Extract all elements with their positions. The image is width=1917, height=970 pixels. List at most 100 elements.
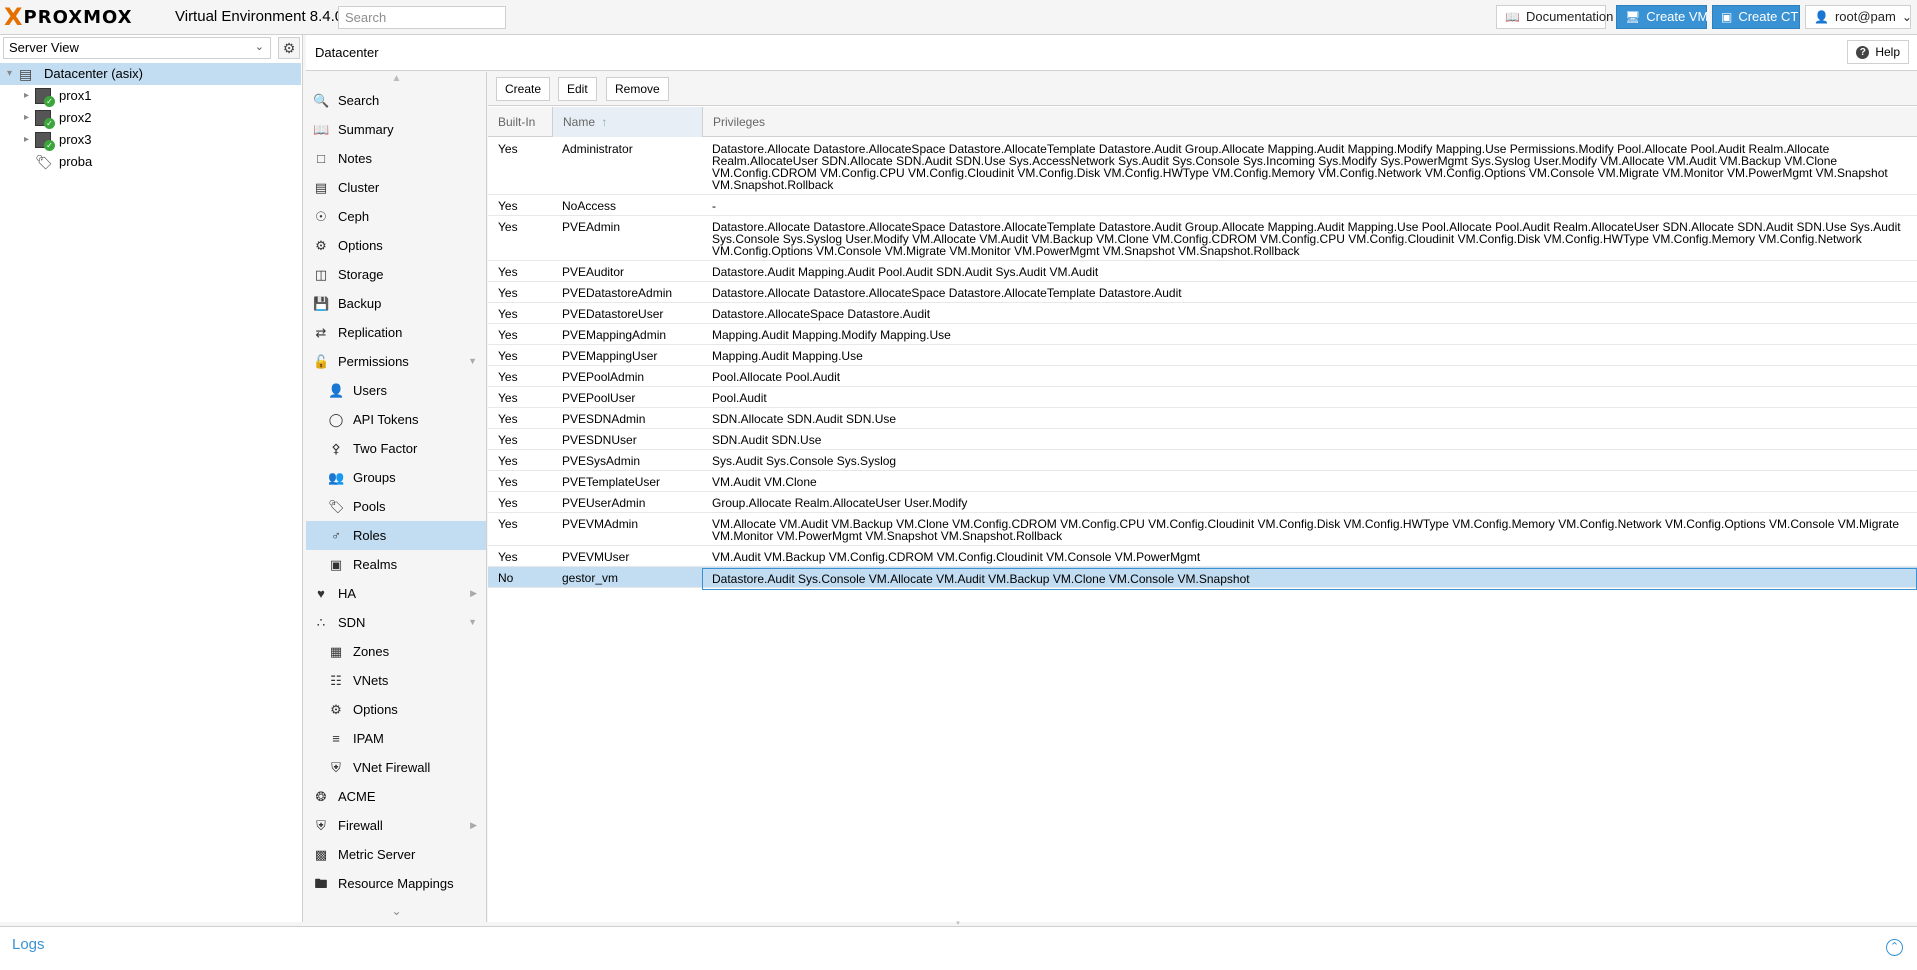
help-button[interactable]: ? Help	[1847, 40, 1909, 64]
expand-icon[interactable]: ▸	[24, 129, 29, 151]
nav-item-ipam[interactable]: ≡ IPAM	[306, 724, 486, 753]
column-header-label: Built-In	[498, 115, 536, 129]
nav-item-storage[interactable]: ◫ Storage	[306, 260, 486, 289]
column-header-privileges[interactable]: Privileges	[703, 107, 1917, 137]
table-row[interactable]: Yes Administrator Datastore.Allocate Datas…	[488, 138, 1917, 195]
collapse-icon[interactable]: ▾	[7, 63, 12, 85]
cell-builtin: Yes	[498, 349, 518, 363]
nav-item-label: Ceph	[338, 209, 370, 224]
logs-title[interactable]: Logs	[12, 936, 45, 953]
expand-icon[interactable]: ▸	[24, 107, 29, 129]
table-row[interactable]: Yes PVEMappingUser Mapping.Audit Mapping.U…	[488, 345, 1917, 366]
nav-item-groups[interactable]: 👥 Groups	[306, 463, 486, 492]
create-vm-button[interactable]: 🖥 Create VM	[1616, 5, 1708, 29]
expand-icon[interactable]: ▸	[24, 85, 29, 107]
nav-item-resource-mappings[interactable]: 🖿 Resource Mappings	[306, 869, 486, 898]
nav-item-ha[interactable]: ♥ HA ▶	[306, 579, 486, 608]
nav-item-backup[interactable]: 💾 Backup	[306, 289, 486, 318]
nav-item-options[interactable]: ⚙ Options	[306, 231, 486, 260]
nav-item-roles[interactable]: ♂ Roles	[306, 521, 486, 550]
replication-icon: ⇄	[315, 325, 327, 340]
table-row[interactable]: Yes PVESDNUser SDN.Audit SDN.Use	[488, 429, 1917, 450]
sort-ascending-icon: ↑	[601, 115, 608, 129]
gear-icon[interactable]: ⚙	[278, 37, 300, 59]
nav-item-label: SDN	[338, 615, 366, 630]
view-selector[interactable]: Server View ⌄	[3, 37, 271, 59]
expand-up-icon[interactable]: ⌃	[1886, 939, 1903, 956]
tree-item-proba[interactable]: 🏷 proba	[0, 151, 301, 173]
nav-item-realms[interactable]: ▣ Realms	[306, 550, 486, 579]
nav-item-api-tokens[interactable]: ◯ API Tokens	[306, 405, 486, 434]
table-row[interactable]: Yes PVEMappingAdmin Mapping.Audit Mapping.…	[488, 324, 1917, 345]
cell-privileges: VM.Audit VM.Clone	[712, 475, 817, 489]
table-row[interactable]: Yes PVEAdmin Datastore.Allocate Datastore.…	[488, 216, 1917, 261]
table-row[interactable]: Yes PVETemplateUser VM.Audit VM.Clone	[488, 471, 1917, 492]
nav-item-label: Replication	[338, 325, 403, 340]
nav-item-ceph[interactable]: ☉ Ceph	[306, 202, 486, 231]
nav-item-metric-server[interactable]: ▩ Metric Server	[306, 840, 486, 869]
nav-item-firewall[interactable]: ⛨ Firewall ▶	[306, 811, 486, 840]
tree-item-datacenter[interactable]: ▾ ▤ Datacenter (asix)	[0, 63, 301, 85]
shield-icon: ⛨	[331, 760, 341, 775]
nav-item-options[interactable]: ⚙ Options	[306, 695, 486, 724]
cell-privileges: VM.Audit VM.Backup VM.Config.CDROM VM.Co…	[712, 550, 1201, 564]
table-row[interactable]: Yes PVESDNAdmin SDN.Allocate SDN.Audit SDN…	[488, 408, 1917, 429]
caret-down-icon[interactable]: ▼	[468, 347, 477, 376]
tree-item-prox3[interactable]: ▸ ✓ prox3	[0, 129, 301, 151]
scroll-up-icon[interactable]: ▲	[306, 72, 486, 86]
folder-icon: 🖿	[314, 876, 328, 891]
nav-item-vnet-firewall[interactable]: ⛨ VNet Firewall	[306, 753, 486, 782]
table-row[interactable]: Yes PVESysAdmin Sys.Audit Sys.Console Sys.…	[488, 450, 1917, 471]
table-row[interactable]: Yes PVEDatastoreUser Datastore.AllocateSpa…	[488, 303, 1917, 324]
caret-right-icon[interactable]: ▶	[470, 579, 477, 608]
nav-item-cluster[interactable]: ▤ Cluster	[306, 173, 486, 202]
cell-privileges: Sys.Audit Sys.Console Sys.Syslog	[712, 454, 897, 468]
nav-item-label: HA	[338, 586, 357, 601]
cell-name: PVETemplateUser	[562, 475, 661, 489]
nav-item-notes[interactable]: □ Notes	[306, 144, 486, 173]
tree-item-prox2[interactable]: ▸ ✓ prox2	[0, 107, 301, 129]
ceph-icon: ☉	[315, 209, 327, 224]
table-row[interactable]: Yes PVEVMUser VM.Audit VM.Backup VM.Config…	[488, 546, 1917, 567]
search-input[interactable]	[338, 6, 506, 29]
nav-item-pools[interactable]: 🏷 Pools	[306, 492, 486, 521]
nav-item-summary[interactable]: 📖 Summary	[306, 115, 486, 144]
tree-item-prox1[interactable]: ▸ ✓ prox1	[0, 85, 301, 107]
caret-down-icon[interactable]: ▼	[468, 608, 477, 637]
nav-item-label: VNets	[353, 673, 389, 688]
nav-item-two-factor[interactable]: ⚴ Two Factor	[306, 434, 486, 463]
nav-item-vnets[interactable]: ☷ VNets	[306, 666, 486, 695]
nav-item-replication[interactable]: ⇄ Replication	[306, 318, 486, 347]
nav-item-search[interactable]: 🔍 Search	[306, 86, 486, 115]
table-row[interactable]: Yes PVEDatastoreAdmin Datastore.Allocate D…	[488, 282, 1917, 303]
node-online-icon: ✓	[35, 88, 55, 107]
documentation-button[interactable]: 📖 Documentation	[1496, 5, 1613, 29]
cell-name: PVEDatastoreAdmin	[562, 286, 673, 300]
table-row[interactable]: Yes PVEAuditor Datastore.Audit Mapping.Aud…	[488, 261, 1917, 282]
chevron-down-icon: ⌄	[254, 41, 264, 53]
cell-builtin: Yes	[498, 550, 518, 564]
table-row[interactable]: Yes PVEUserAdmin Group.Allocate Realm.Allo…	[488, 492, 1917, 513]
scroll-down-icon[interactable]: ⌄	[306, 900, 486, 922]
table-row[interactable]: Yes PVEPoolAdmin Pool.Allocate Pool.Audit	[488, 366, 1917, 387]
cell-privileges: Mapping.Audit Mapping.Use	[712, 349, 863, 363]
column-header-label: Privileges	[713, 115, 766, 129]
table-row[interactable]: Yes NoAccess -	[488, 195, 1917, 216]
column-header-builtin[interactable]: Built-In	[488, 107, 553, 137]
proxmox-logo[interactable]: X PROXMOX	[4, 5, 133, 29]
caret-right-icon[interactable]: ▶	[470, 811, 477, 840]
table-row[interactable]: Yes PVEPoolUser Pool.Audit	[488, 387, 1917, 408]
column-header-name[interactable]: Name ↑	[553, 107, 703, 137]
nav-item-permissions[interactable]: 🔓 Permissions ▼	[306, 347, 486, 376]
create-button[interactable]: Create	[496, 77, 551, 101]
edit-button[interactable]: Edit	[558, 77, 597, 101]
table-row[interactable]: Yes PVEVMAdmin VM.Allocate VM.Audit VM.Bac…	[488, 513, 1917, 546]
user-menu-button[interactable]: 👤 root@pam ⌄	[1805, 5, 1912, 29]
create-ct-button[interactable]: ▣ Create CT	[1712, 5, 1800, 29]
nav-item-sdn[interactable]: ∴ SDN ▼	[306, 608, 486, 637]
remove-button[interactable]: Remove	[606, 77, 669, 101]
nav-item-acme[interactable]: ❂ ACME	[306, 782, 486, 811]
nav-item-users[interactable]: 👤 Users	[306, 376, 486, 405]
nav-item-zones[interactable]: ▦ Zones	[306, 637, 486, 666]
table-row[interactable]: No gestor_vm Datastore.Audit Sys.Console V…	[488, 567, 1917, 590]
